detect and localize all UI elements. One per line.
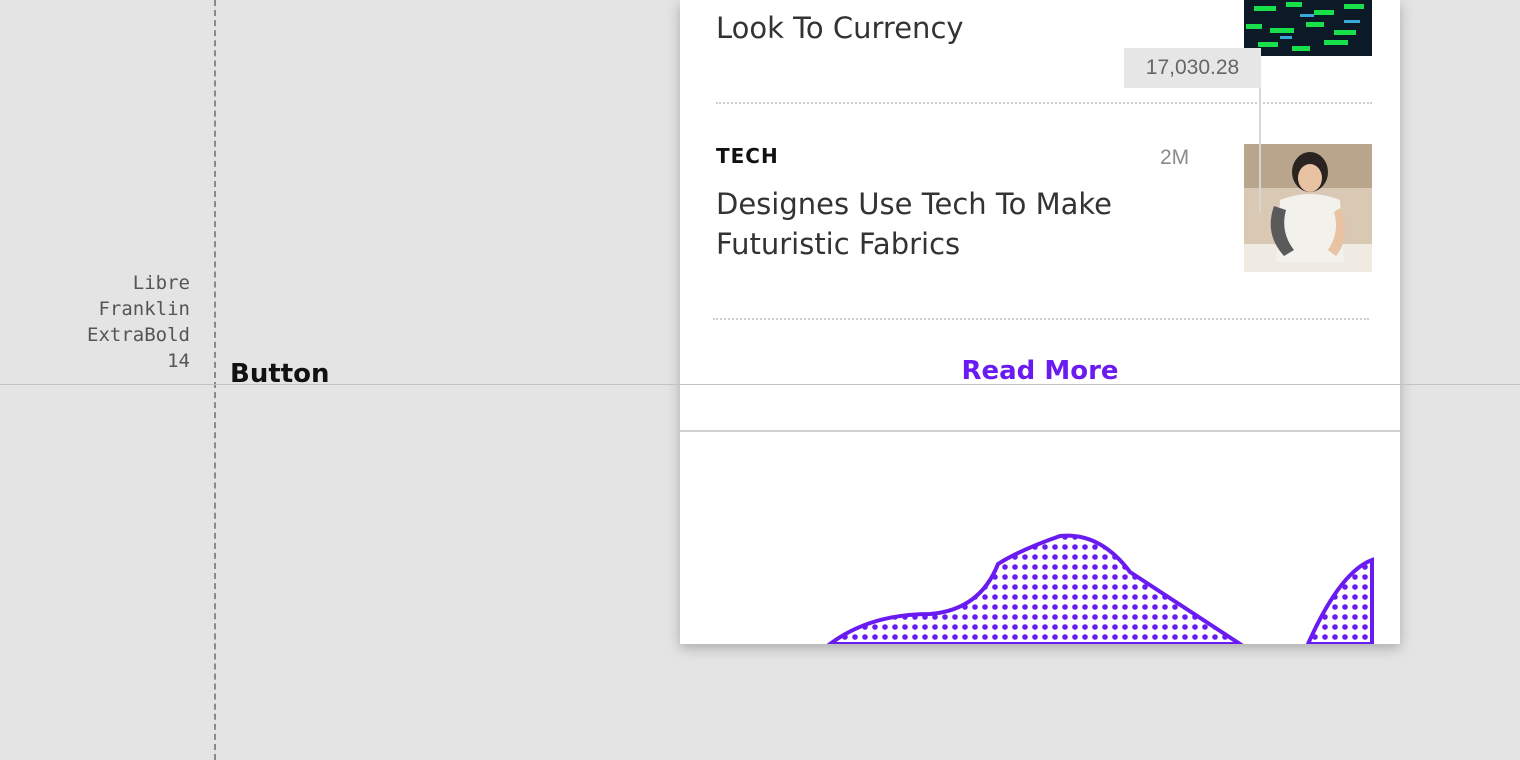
font-spec-label: Libre Franklin ExtraBold 14 [40,270,190,374]
stock-ticker-image [1244,0,1372,56]
article-divider [716,102,1372,104]
chart-value-label: 17,030.28 [1124,48,1261,88]
horizontal-baseline-guide [0,384,1520,385]
article-headline: Look To Currency [716,11,964,45]
article-divider [713,318,1369,320]
font-spec-line: Libre [132,272,190,294]
market-area-chart [826,533,1374,644]
chart-area-fill [826,533,1244,644]
article-headline-line: Designes Use Tech To Make [716,187,1113,221]
read-more-button[interactable]: Read More [680,356,1400,386]
cropped-headline-text: Bearish Signals, Many [716,0,1186,8]
article-item[interactable]: TECH 2M Designes Use Tech To Make Futuri… [716,144,1372,274]
article-headline-line: Futuristic Fabrics [716,227,961,261]
font-spec-line: ExtraBold [87,324,190,346]
vertical-guide-line [214,0,216,760]
article-time: 2M [1160,146,1190,169]
article-item[interactable]: Bearish Signals, Many Look To Currency [716,0,1372,64]
font-spec-line: Franklin [98,298,190,320]
article-category: TECH [716,144,779,168]
value-marker-line [1259,88,1261,212]
chart-area-fill [1305,557,1374,644]
news-card: Bearish Signals, Many Look To Currency [680,0,1400,644]
font-spec-line: 14 [167,350,190,372]
woman-tattoo-image [1244,144,1372,272]
